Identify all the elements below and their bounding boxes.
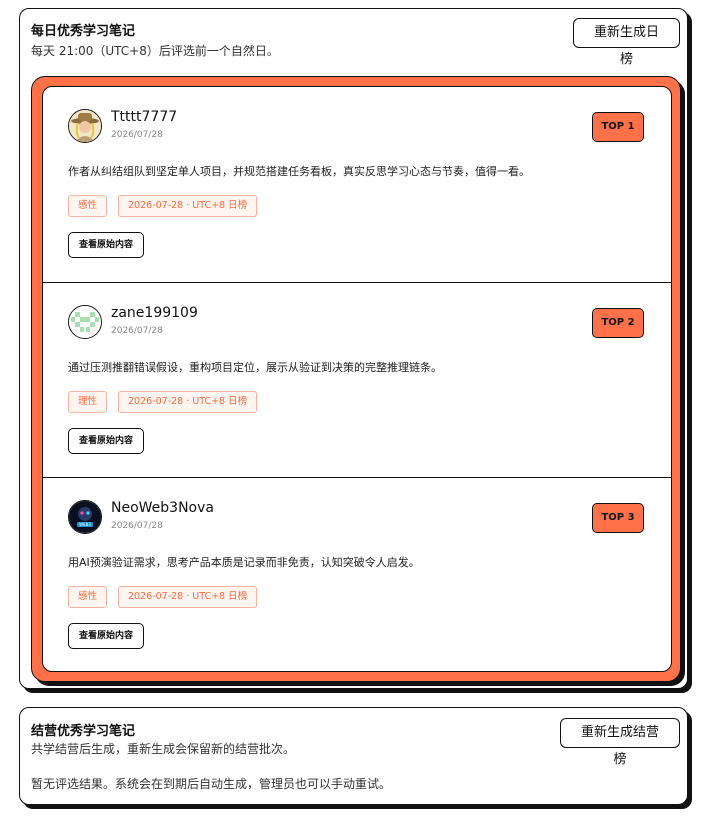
username[interactable]: zane199109 [111,305,198,321]
camp-panel-title: 结营优秀学习笔记 [31,724,136,739]
empty-state-message: 暂无评选结果。系统会在到期后自动生成，管理员也可以手动重试。 [31,777,392,791]
camp-notes-panel: 结营优秀学习笔记 共学结营后生成，重新生成会保留新的结营批次。 重新生成结营榜 … [19,707,688,805]
daily-notes-panel: 每日优秀学习笔记 每天 21:00（UTC+8）后评选前一个自然日。 重新生成日… [19,8,688,689]
date-tag: 2026-07-28 · UTC+8 日榜 [118,391,258,413]
mood-tag: 感性 [68,586,108,608]
daily-ranking-list: Ttttt7777 2026/07/28 TOP 1 作者从纠结组队到坚定单人项… [42,86,672,672]
date-tag: 2026-07-28 · UTC+8 日榜 [118,195,258,217]
regenerate-daily-button[interactable]: 重新生成日榜 [573,18,680,67]
post-date: 2026/07/28 [111,521,163,531]
rank-badge: TOP 2 [592,308,644,338]
ranking-entry: Ttttt7777 2026/07/28 TOP 1 作者从纠结组队到坚定单人项… [43,87,671,282]
username[interactable]: NeoWeb3Nova [111,500,214,516]
date-tag: 2026-07-28 · UTC+8 日榜 [118,586,258,608]
ranking-entry: WEB3 NeoWeb3Nova 2026/07/28 TOP 3 用AI预演验… [43,477,671,671]
pixel-identicon-avatar-icon[interactable] [68,305,102,339]
svg-text:WEB3: WEB3 [79,522,91,527]
daily-panel-title: 每日优秀学习笔记 [31,24,136,39]
rank-badge: TOP 1 [592,112,644,142]
post-date: 2026/07/28 [111,326,163,336]
camp-panel-subtitle: 共学结营后生成，重新生成会保留新的结营批次。 [31,742,296,756]
mood-tag: 感性 [68,195,108,217]
view-original-button[interactable]: 查看原始内容 [68,232,145,258]
note-summary: 通过压测推翻错误假设，重构项目定位，展示从验证到决策的完整推理链条。 [68,361,442,374]
daily-panel-subtitle: 每天 21:00（UTC+8）后评选前一个自然日。 [31,44,279,58]
daily-ranking-frame: Ttttt7777 2026/07/28 TOP 1 作者从纠结组队到坚定单人项… [31,76,681,682]
post-date: 2026/07/28 [111,130,163,140]
view-original-button[interactable]: 查看原始内容 [68,428,145,454]
username[interactable]: Ttttt7777 [111,109,177,125]
ranking-entry: zane199109 2026/07/28 TOP 2 通过压测推翻错误假设，重… [43,282,671,477]
regenerate-camp-button[interactable]: 重新生成结营榜 [560,718,680,767]
rank-badge: TOP 3 [592,503,644,533]
note-summary: 用AI预演验证需求，思考产品本质是记录而非免责，认知突破令人启发。 [68,556,420,569]
web3-avatar-icon[interactable]: WEB3 [68,500,102,534]
view-original-button[interactable]: 查看原始内容 [68,623,145,649]
mood-tag: 理性 [68,391,108,413]
note-summary: 作者从纠结组队到坚定单人项目，并规范搭建任务看板，真实反思学习心态与节奏，值得一… [68,165,530,178]
cowboy-avatar-icon[interactable] [68,109,102,143]
